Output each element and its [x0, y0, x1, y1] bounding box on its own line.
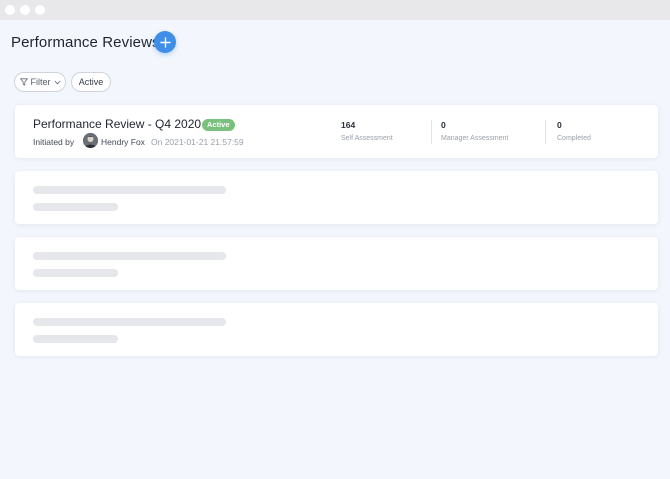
stat-label: Completed: [557, 135, 591, 142]
stat-value: 164: [341, 120, 356, 130]
stat-manager-assessment: 0 Manager Assessment: [441, 120, 508, 142]
skeleton-card: [15, 303, 658, 356]
skeleton-line: [33, 186, 226, 194]
window-minimize-dot[interactable]: [20, 5, 30, 15]
skeleton-line: [33, 335, 118, 343]
stat-label: Self Assessment: [341, 135, 393, 142]
skeleton-line: [33, 252, 226, 260]
funnel-icon: [19, 78, 28, 86]
chevron-down-icon: [53, 80, 61, 84]
window-close-dot[interactable]: [5, 5, 15, 15]
filter-label: Filter: [30, 77, 51, 87]
initiated-by-label: Initiated by: [33, 137, 75, 147]
stat-completed: 0 Completed: [557, 120, 591, 142]
avatar: [83, 133, 98, 148]
window-titlebar: [0, 0, 670, 20]
skeleton-line: [33, 269, 118, 277]
stat-value: 0: [441, 120, 446, 130]
stat-label: Manager Assessment: [441, 135, 509, 142]
skeleton-card: [15, 171, 658, 224]
active-filter-chip[interactable]: Active: [71, 72, 111, 92]
filter-button[interactable]: Filter: [14, 72, 66, 92]
skeleton-line: [33, 203, 118, 211]
status-badge: Active: [202, 119, 235, 131]
stat-value: 0: [557, 120, 562, 130]
review-title: Performance Review - Q4 2020: [33, 117, 202, 131]
user-name[interactable]: Hendry Fox: [101, 137, 145, 147]
add-review-button[interactable]: [154, 31, 176, 53]
stat-divider: [545, 120, 546, 144]
stat-self-assessment: 164 Self Assessment: [341, 120, 393, 142]
plus-icon: [159, 36, 171, 48]
skeleton-line: [33, 318, 226, 326]
skeleton-card: [15, 237, 658, 290]
window-maximize-dot[interactable]: [35, 5, 45, 15]
timestamp: On 2021-01-21 21:57:59: [151, 137, 244, 147]
review-card[interactable]: Performance Review - Q4 2020 Active Init…: [15, 105, 658, 158]
page-title: Performance Reviews: [11, 34, 160, 51]
stat-divider: [431, 120, 432, 144]
